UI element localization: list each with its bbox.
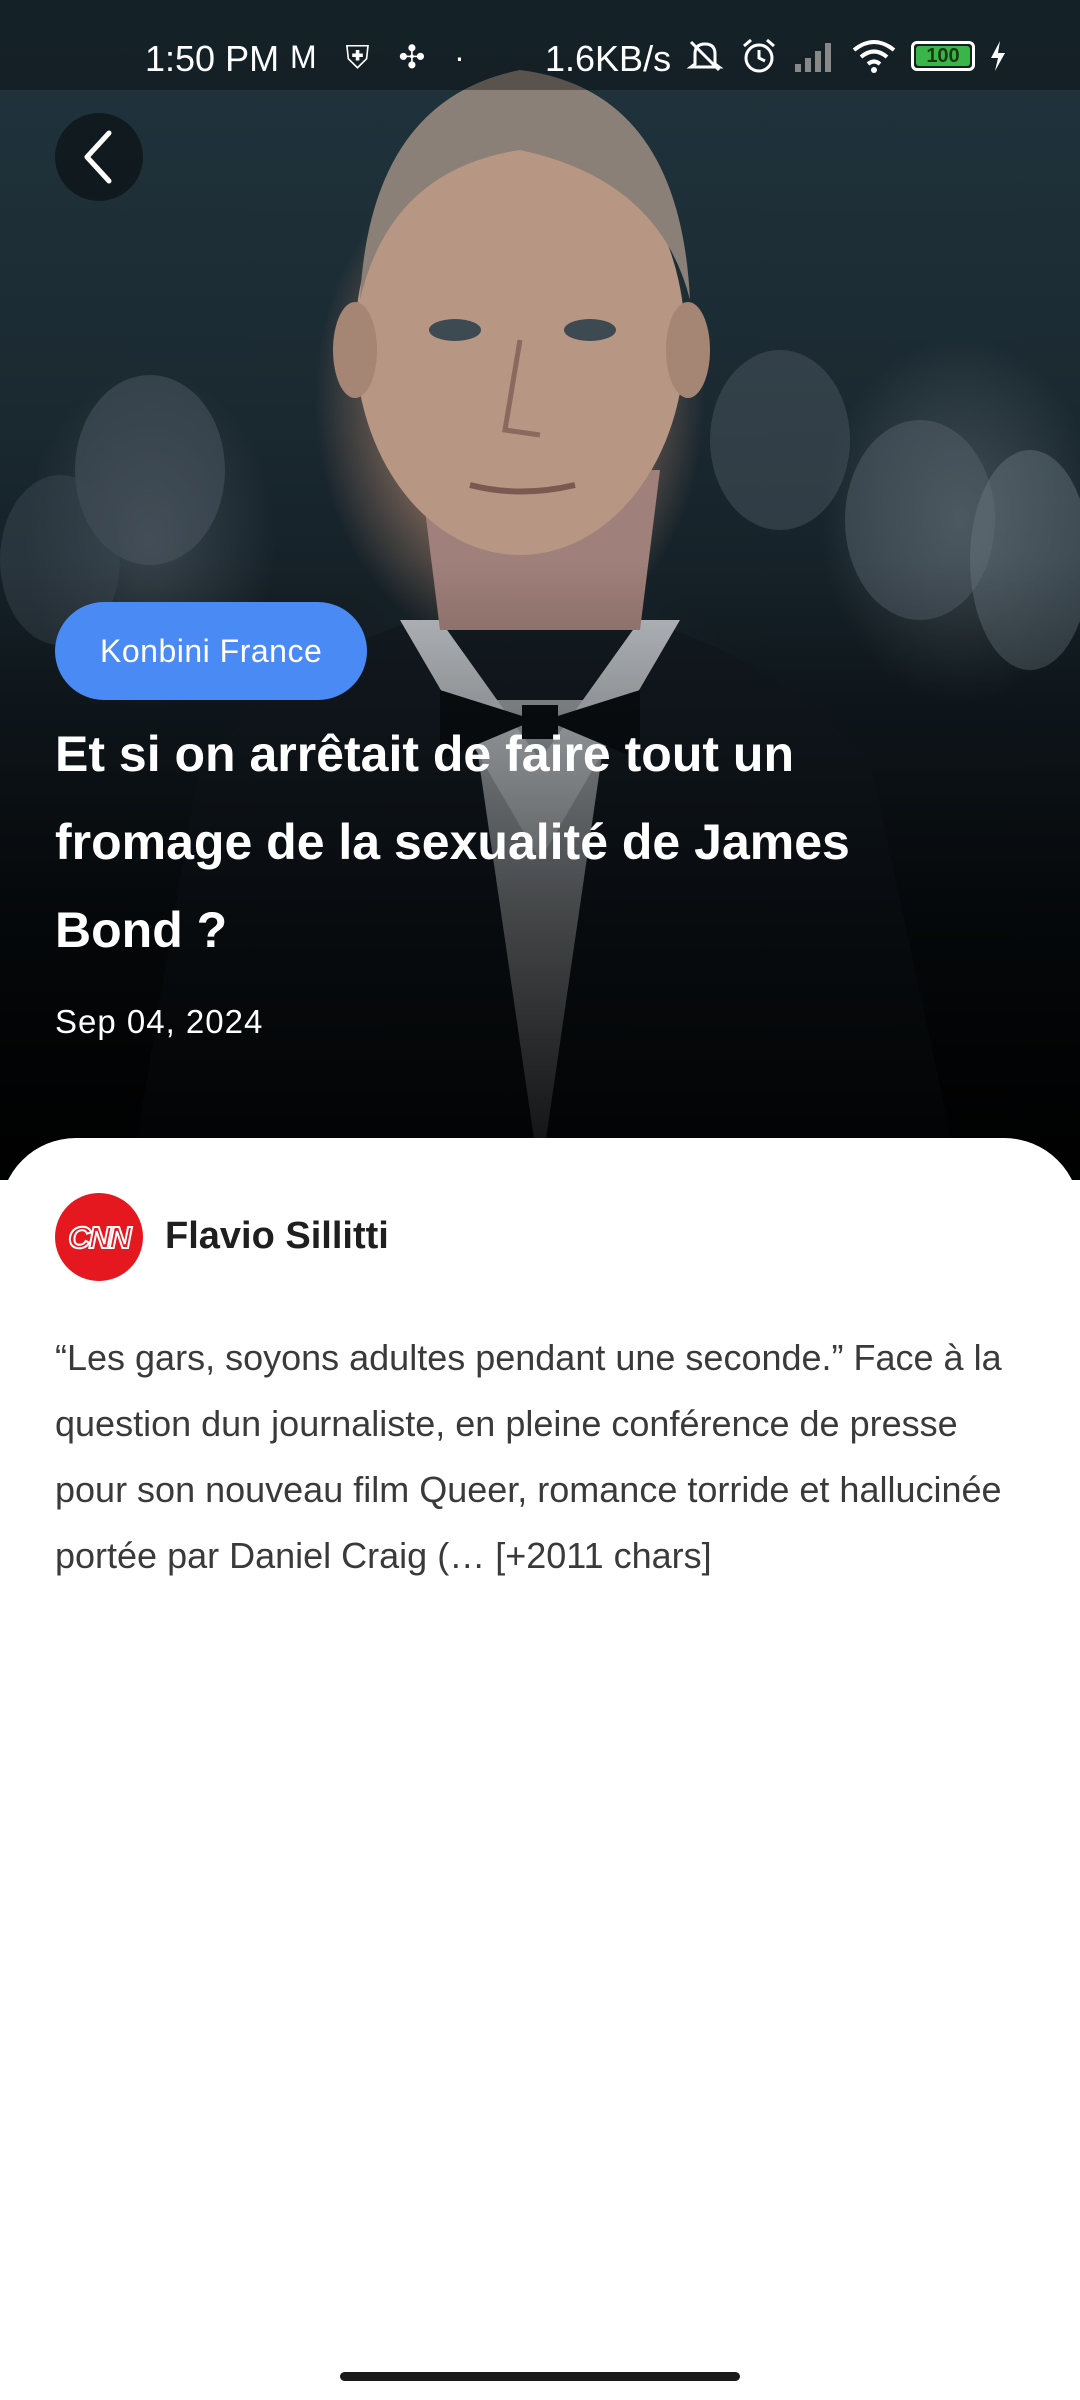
battery-level: 100	[916, 46, 970, 66]
article-body: “Les gars, soyons adultes pendant une se…	[55, 1337, 1002, 1576]
wifi-icon	[852, 40, 896, 73]
status-bar: 1:50 PM M ⛨ ✣ · 1.6KB/s 100	[0, 0, 1080, 90]
alarm-icon	[743, 38, 775, 73]
author-name: Flavio Sillitti	[165, 1215, 389, 1257]
status-time: 1:50 PM	[145, 38, 280, 79]
battery-icon: 100	[911, 41, 975, 71]
network-speed: 1.6KB/s	[545, 38, 672, 79]
system-icons: 100	[685, 36, 1007, 76]
notification-icons: M ⛨ ✣ ·	[290, 39, 475, 75]
chevron-left-icon	[84, 130, 112, 184]
article-headline: Et si on arrêtait de faire tout un froma…	[55, 726, 850, 958]
article-date: Sep 04, 2024	[55, 1003, 264, 1040]
cnn-logo-icon: CNN	[67, 1219, 135, 1256]
mute-icon	[686, 40, 724, 72]
charging-icon	[991, 41, 1005, 71]
signal-icon	[795, 43, 831, 72]
source-badge[interactable]: Konbini France	[55, 602, 368, 700]
publisher-logo: CNN	[55, 1193, 143, 1281]
back-button[interactable]	[55, 113, 143, 201]
cnn-logo-text: CNN	[68, 1220, 132, 1255]
home-indicator[interactable]	[340, 2372, 740, 2381]
